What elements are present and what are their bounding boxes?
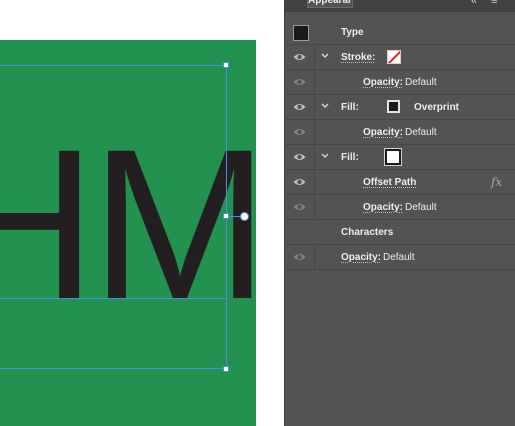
fill-row-2[interactable]: Fill:	[285, 145, 515, 170]
visibility-toggle[interactable]	[285, 70, 315, 95]
visibility-toggle[interactable]	[285, 95, 315, 120]
overprint-label: Overprint	[414, 102, 460, 113]
eye-icon	[293, 54, 306, 60]
resize-handle-top-right[interactable]	[223, 62, 229, 68]
opacity-value: Default	[405, 202, 437, 213]
type-row[interactable]: Type	[285, 20, 515, 45]
fill-swatch-white[interactable]	[384, 148, 402, 166]
opacity-label[interactable]: Opacity:	[341, 251, 381, 264]
fill-row-1[interactable]: Fill: Overprint	[285, 95, 515, 120]
fx-icon[interactable]: fx	[491, 175, 502, 189]
visibility-toggle[interactable]	[285, 245, 315, 270]
visibility-toggle[interactable]	[285, 45, 315, 70]
resize-handle-bottom-right[interactable]	[223, 366, 229, 372]
visibility-toggle[interactable]	[285, 145, 315, 170]
selection-bounding-box	[0, 65, 227, 369]
opacity-value: Default	[405, 127, 437, 138]
chevron-down-icon[interactable]	[320, 101, 330, 111]
visibility-toggle[interactable]	[285, 195, 315, 220]
offset-path-row[interactable]: Offset Path fx	[285, 170, 515, 195]
eye-icon	[293, 204, 306, 210]
stroke-row[interactable]: Stroke:	[285, 45, 515, 70]
fill-label: Fill:	[341, 152, 359, 163]
eye-icon	[293, 79, 306, 85]
stroke-opacity-row[interactable]: Opacity: Default	[285, 70, 515, 95]
characters-row[interactable]: Characters	[285, 220, 515, 245]
opacity-label[interactable]: Opacity:	[363, 126, 403, 139]
visibility-toggle[interactable]	[285, 120, 315, 145]
offset-path-label[interactable]: Offset Path	[363, 176, 416, 189]
stroke-label[interactable]: Stroke:	[341, 51, 375, 64]
eye-icon	[293, 154, 306, 160]
opacity-value: Default	[383, 252, 415, 263]
rotate-handle[interactable]	[240, 212, 249, 221]
opacity-label[interactable]: Opacity:	[363, 76, 403, 89]
panel-menu-icon[interactable]: ≡	[491, 0, 498, 7]
type-label: Type	[341, 27, 364, 38]
chevron-down-icon[interactable]	[320, 151, 330, 161]
opacity-label[interactable]: Opacity:	[363, 201, 403, 214]
characters-opacity-row[interactable]: Opacity: Default	[285, 245, 515, 270]
characters-label: Characters	[341, 227, 394, 238]
text-baseline	[0, 298, 227, 299]
fill-label: Fill:	[341, 102, 359, 113]
fill-swatch-black[interactable]	[387, 100, 400, 113]
fill2-opacity-row[interactable]: Opacity: Default	[285, 195, 515, 220]
eye-icon	[293, 254, 306, 260]
type-thumbnail-icon	[293, 25, 309, 41]
fill1-opacity-row[interactable]: Opacity: Default	[285, 120, 515, 145]
eye-icon	[293, 104, 306, 110]
document-canvas[interactable]: HM	[0, 0, 284, 426]
panel-tab[interactable]: Appearance	[307, 0, 353, 8]
collapse-icon[interactable]: «	[471, 0, 477, 7]
eye-icon	[293, 129, 306, 135]
opacity-value: Default	[405, 77, 437, 88]
eye-icon	[293, 179, 306, 185]
appearance-panel: Appearance « ≡ Type Stroke: Opacity: Def…	[284, 0, 515, 426]
chevron-down-icon[interactable]	[320, 51, 330, 61]
visibility-toggle[interactable]	[285, 170, 315, 195]
stroke-swatch[interactable]	[387, 50, 401, 64]
